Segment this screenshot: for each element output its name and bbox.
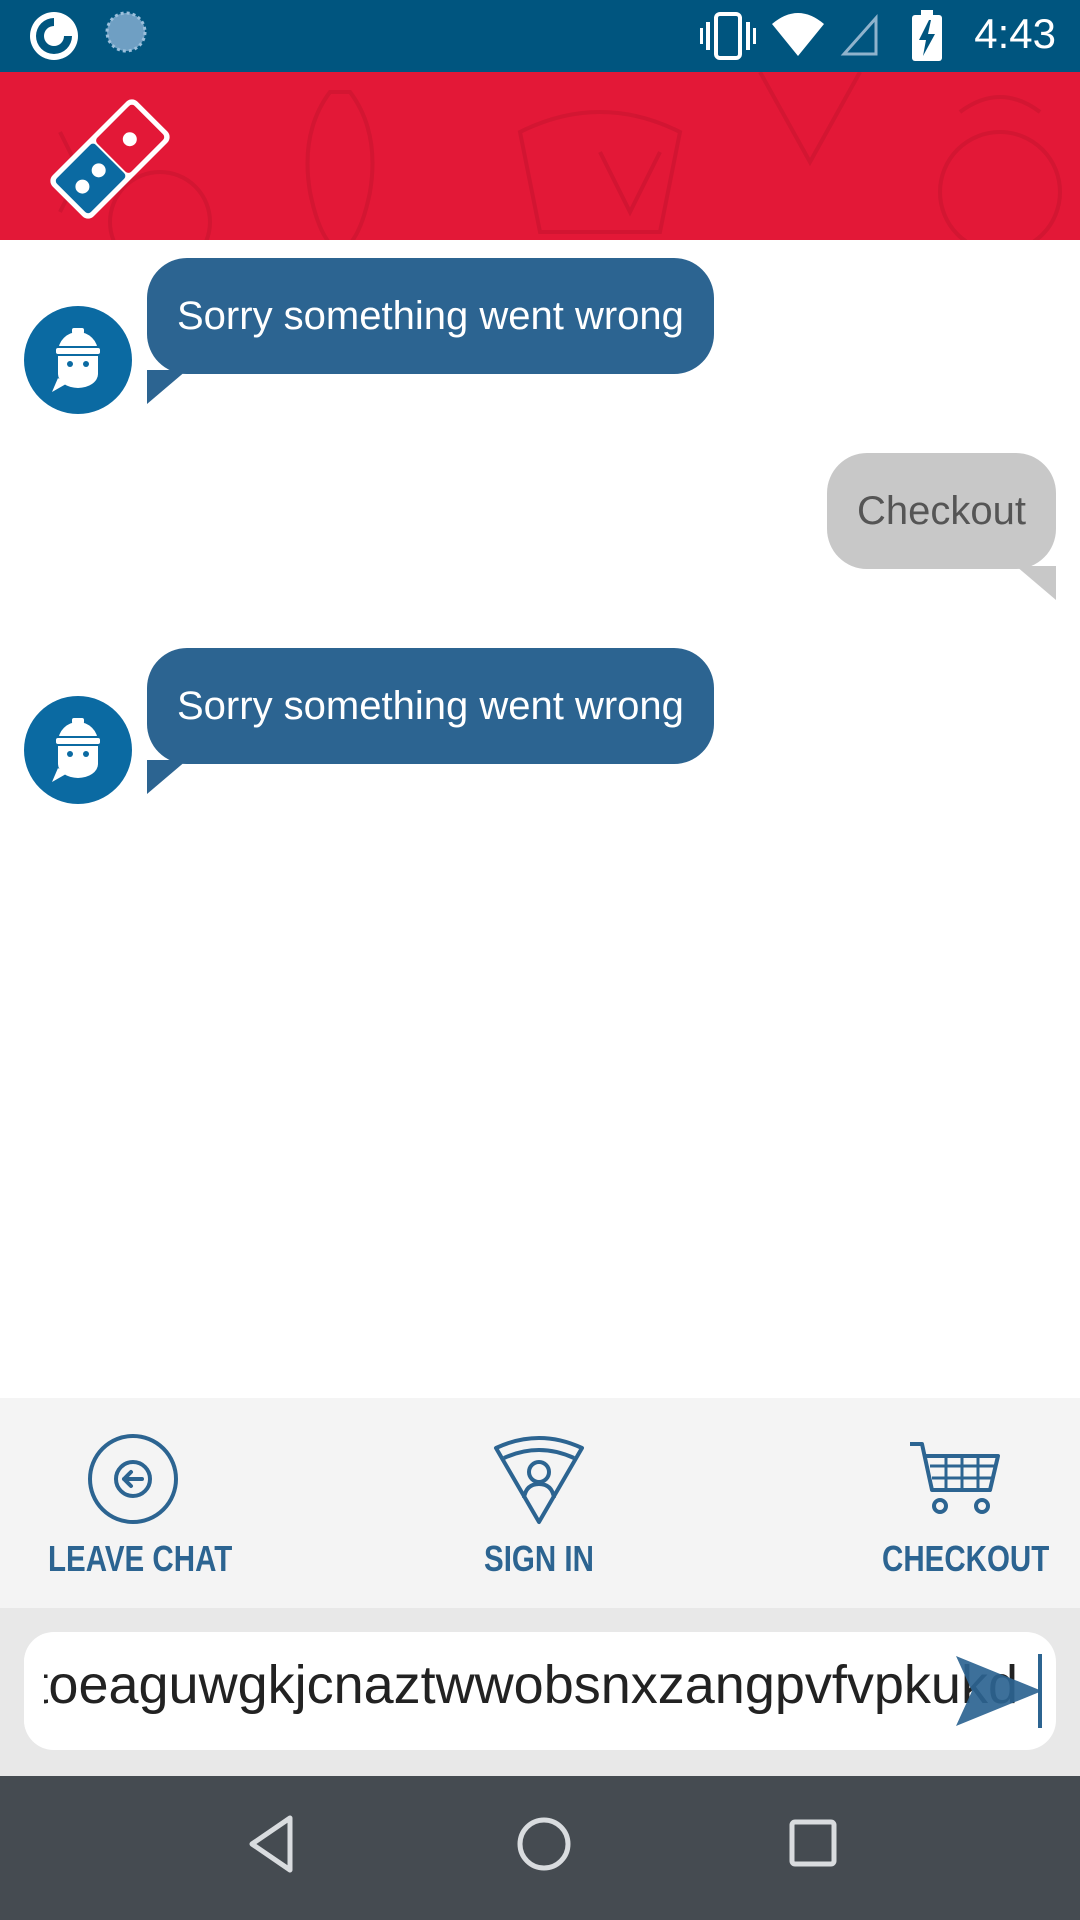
sync-icon	[104, 10, 148, 59]
message-text: Checkout	[857, 488, 1026, 533]
sign-in-label: SIGN IN	[484, 1538, 594, 1579]
wifi-icon	[770, 10, 826, 65]
dominos-logo[interactable]	[45, 94, 175, 229]
sign-in-button[interactable]: SIGN IN	[400, 1398, 680, 1608]
bot-bubble-tail	[147, 370, 187, 404]
send-icon[interactable]	[956, 1656, 1042, 1731]
back-icon[interactable]	[246, 1814, 296, 1879]
navigation-bar	[0, 1776, 1080, 1920]
leave-chat-button[interactable]: LEAVE CHAT	[0, 1398, 300, 1608]
app-header	[0, 72, 1080, 240]
signal-icon	[840, 10, 880, 65]
chat-area[interactable]: Sorry something went wrong Checkout Sorr…	[0, 240, 1080, 1398]
vibrate-icon	[700, 10, 756, 67]
bot-message-bubble: Sorry something went wrong	[147, 648, 714, 764]
status-bar: 4:43	[0, 0, 1080, 72]
status-time: 4:43	[974, 10, 1056, 57]
cart-icon	[908, 1438, 1002, 1523]
leave-chat-label: LEAVE CHAT	[48, 1538, 233, 1579]
bot-avatar-icon	[24, 696, 132, 804]
input-left-edge	[24, 1632, 44, 1750]
pizza-slice-user-icon	[492, 1432, 586, 1531]
checkout-button[interactable]: CHECKOUT	[860, 1398, 1080, 1608]
app-notification-icon	[28, 10, 80, 67]
action-bar: LEAVE CHAT SIGN IN CHECKOUT	[0, 1398, 1080, 1608]
battery-charging-icon	[912, 10, 942, 67]
arrow-left-circle-icon	[86, 1432, 180, 1531]
bot-message-bubble: Sorry something went wrong	[147, 258, 714, 374]
bot-bubble-tail	[147, 760, 187, 794]
message-input[interactable]: ztoeaguwgkjcnaztwwobsnxzangpvfvpkukd	[24, 1632, 1056, 1750]
user-bubble-tail	[1016, 566, 1056, 600]
checkout-label: CHECKOUT	[882, 1538, 1050, 1579]
user-message-bubble: Checkout	[827, 453, 1056, 569]
message-text: Sorry something went wrong	[177, 683, 684, 728]
bot-avatar-icon	[24, 306, 132, 414]
recents-icon[interactable]	[786, 1814, 842, 1879]
text-cursor	[1038, 1654, 1042, 1728]
message-input-bar: ztoeaguwgkjcnaztwwobsnxzangpvfvpkukd	[0, 1608, 1080, 1776]
home-icon[interactable]	[514, 1814, 574, 1879]
message-text: Sorry something went wrong	[177, 293, 684, 338]
message-input-text[interactable]: ztoeaguwgkjcnaztwwobsnxzangpvfvpkukd	[24, 1654, 1018, 1716]
